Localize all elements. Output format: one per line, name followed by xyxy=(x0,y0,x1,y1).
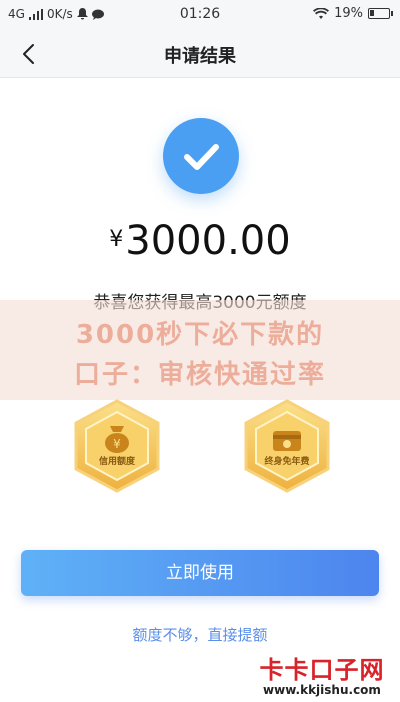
svg-text:¥: ¥ xyxy=(113,437,121,451)
watermark-line-1: 3000秒下必下款的 xyxy=(75,320,325,350)
nav-bar: 申请结果 xyxy=(0,30,400,78)
success-check-icon xyxy=(163,118,239,194)
battery-percent: 19% xyxy=(334,6,363,21)
status-bar: 4G 0K/s 01:26 19% xyxy=(0,0,400,30)
site-logo-title: 卡卡口子网 xyxy=(259,656,385,684)
amount-value: 3000.00 xyxy=(125,218,291,264)
badge-credit-limit: ¥ 信用额度 xyxy=(70,398,164,494)
watermark-line-2: 口子：审核快通过率 xyxy=(73,360,326,390)
increase-limit-link[interactable]: 额度不够，直接提额 xyxy=(0,624,400,645)
card-icon xyxy=(273,431,301,451)
site-logo-url: www.kkjishu.com xyxy=(263,683,381,697)
credit-amount: ¥3000.00 xyxy=(0,218,400,264)
wifi-icon xyxy=(313,7,330,19)
badge-label: 信用额度 xyxy=(98,457,135,467)
currency-symbol: ¥ xyxy=(109,227,124,252)
badge-no-annual-fee: 终身免年费 xyxy=(240,398,334,494)
status-right: 19% xyxy=(313,6,393,21)
battery-icon xyxy=(368,8,393,19)
site-logo: 卡卡口子网 www.kkjishu.com xyxy=(252,650,392,697)
use-now-button[interactable]: 立即使用 xyxy=(21,550,379,596)
page-title: 申请结果 xyxy=(164,46,236,67)
badge-label: 终身免年费 xyxy=(264,457,310,467)
